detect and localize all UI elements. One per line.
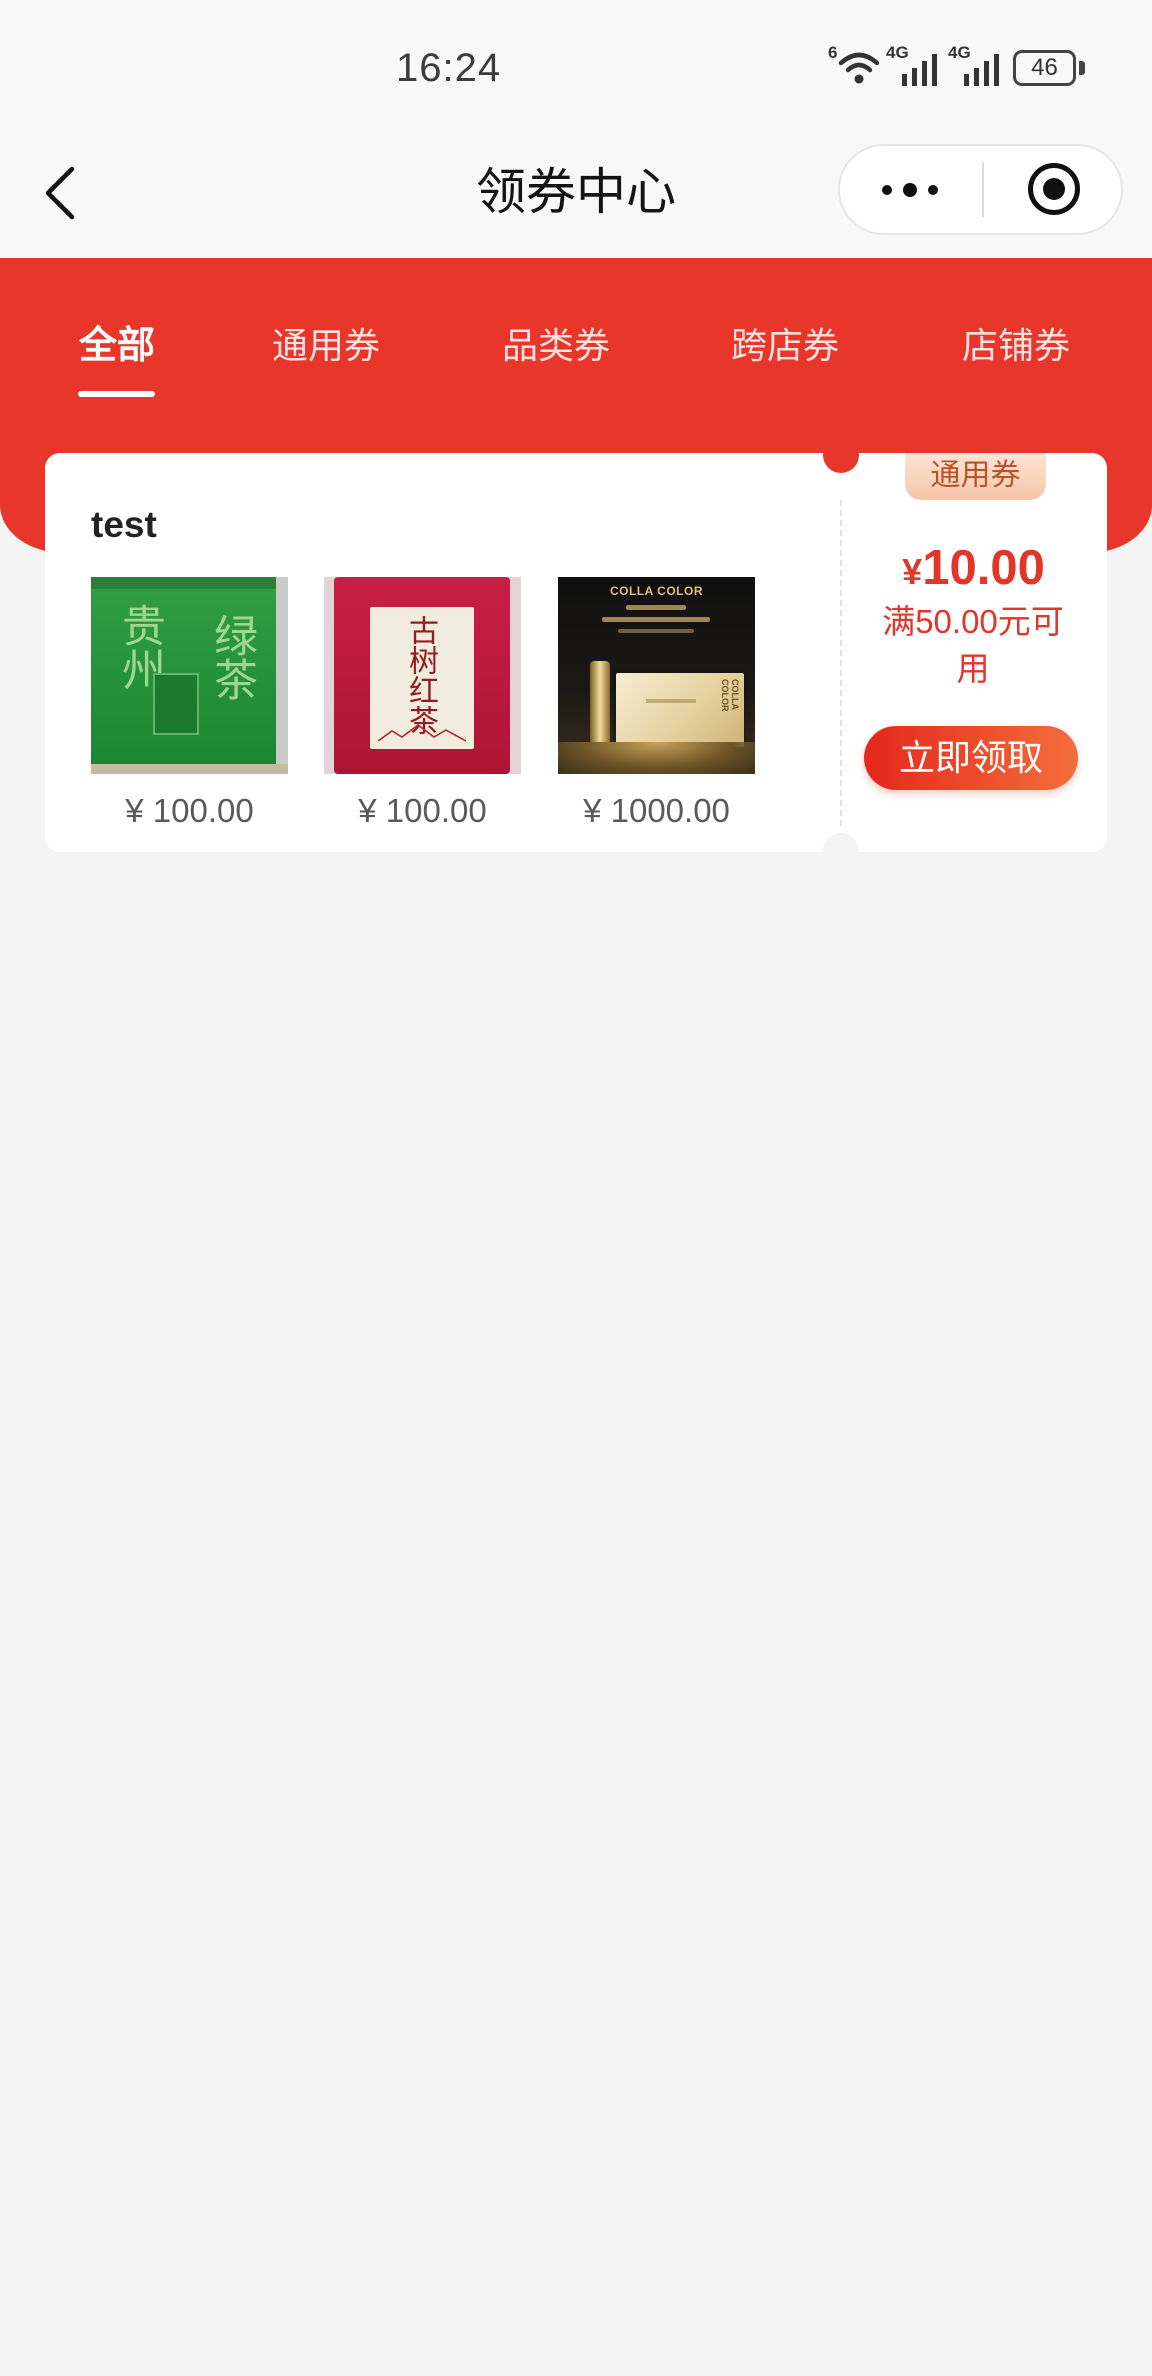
dot xyxy=(903,183,917,197)
nav-bar: 领券中心 xyxy=(0,133,1152,258)
print-line xyxy=(618,629,694,633)
wifi-icon xyxy=(838,52,880,84)
tab-store-coupon[interactable]: 店铺券 xyxy=(962,322,1070,370)
product-price: ¥ 100.00 xyxy=(358,792,487,829)
status-time: 16:24 xyxy=(396,46,502,90)
product-image-gift-box: COLLA COLOR COLLA COLOR xyxy=(558,577,755,774)
calligraphy-right: 绿茶 xyxy=(206,613,257,701)
tab-category-coupon[interactable]: 品类券 xyxy=(502,322,610,370)
claim-coupon-button[interactable]: 立即领取 xyxy=(864,726,1078,790)
coupon-type-badge: 通用券 xyxy=(905,453,1046,500)
box-print xyxy=(646,699,696,703)
product-item[interactable]: 贵州 绿茶 ¥ 100.00 xyxy=(91,577,288,837)
bag-label-box xyxy=(153,673,199,735)
product-item[interactable]: COLLA COLOR COLLA COLOR ¥ 1000.00 xyxy=(558,577,755,837)
tab-cross-store-coupon[interactable]: 跨店券 xyxy=(731,322,839,370)
product-image-red-tea: 古树红茶 xyxy=(324,577,521,774)
product-item[interactable]: 古树红茶 ¥ 100.00 xyxy=(324,577,521,837)
gift-box: COLLA COLOR xyxy=(616,673,744,747)
tab-all[interactable]: 全部 xyxy=(79,322,155,370)
coupon-condition: 满50.00元可用 xyxy=(882,603,1064,687)
battery-icon: 46 xyxy=(1013,50,1076,86)
battery-level: 46 xyxy=(1031,54,1058,81)
box-brand-top: COLLA COLOR xyxy=(609,584,704,598)
active-tab-indicator xyxy=(78,391,155,397)
print-line xyxy=(602,617,710,622)
mini-program-capsule xyxy=(838,144,1123,235)
mountain-illustration xyxy=(378,724,466,742)
print-line xyxy=(626,605,686,610)
bag-label: 古树红茶 xyxy=(370,607,474,749)
bag-label-text: 古树红茶 xyxy=(403,615,438,735)
target-circle-icon[interactable] xyxy=(984,146,1121,233)
tab-general-coupon[interactable]: 通用券 xyxy=(272,322,380,370)
product-price: ¥ 1000.00 xyxy=(583,792,730,829)
card-notch-bottom xyxy=(823,833,859,869)
product-bottle xyxy=(590,661,610,751)
card-notch-top xyxy=(823,437,859,473)
product-image-green-tea: 贵州 绿茶 xyxy=(91,577,288,774)
gold-floor xyxy=(558,742,755,774)
background-edge xyxy=(276,577,288,774)
coupon-value: 10.00 xyxy=(922,541,1045,595)
dot xyxy=(928,185,938,195)
product-price: ¥ 100.00 xyxy=(125,792,254,829)
dot xyxy=(882,185,892,195)
currency-symbol: ¥ xyxy=(902,551,923,592)
cell-signal-icon xyxy=(964,54,999,86)
target-dot xyxy=(1043,178,1065,200)
box-brand-side: COLLA COLOR xyxy=(720,679,740,712)
more-dots-icon[interactable] xyxy=(840,146,982,233)
battery-tip xyxy=(1079,61,1085,75)
bag-top-band xyxy=(91,577,288,589)
cell-signal-icon xyxy=(902,54,937,86)
table-surface xyxy=(91,764,288,774)
status-bar: 16:24 6 4G 4G 46 xyxy=(0,0,1152,133)
wifi-badge: 6 xyxy=(828,43,838,62)
coupon-title: test xyxy=(91,504,157,545)
